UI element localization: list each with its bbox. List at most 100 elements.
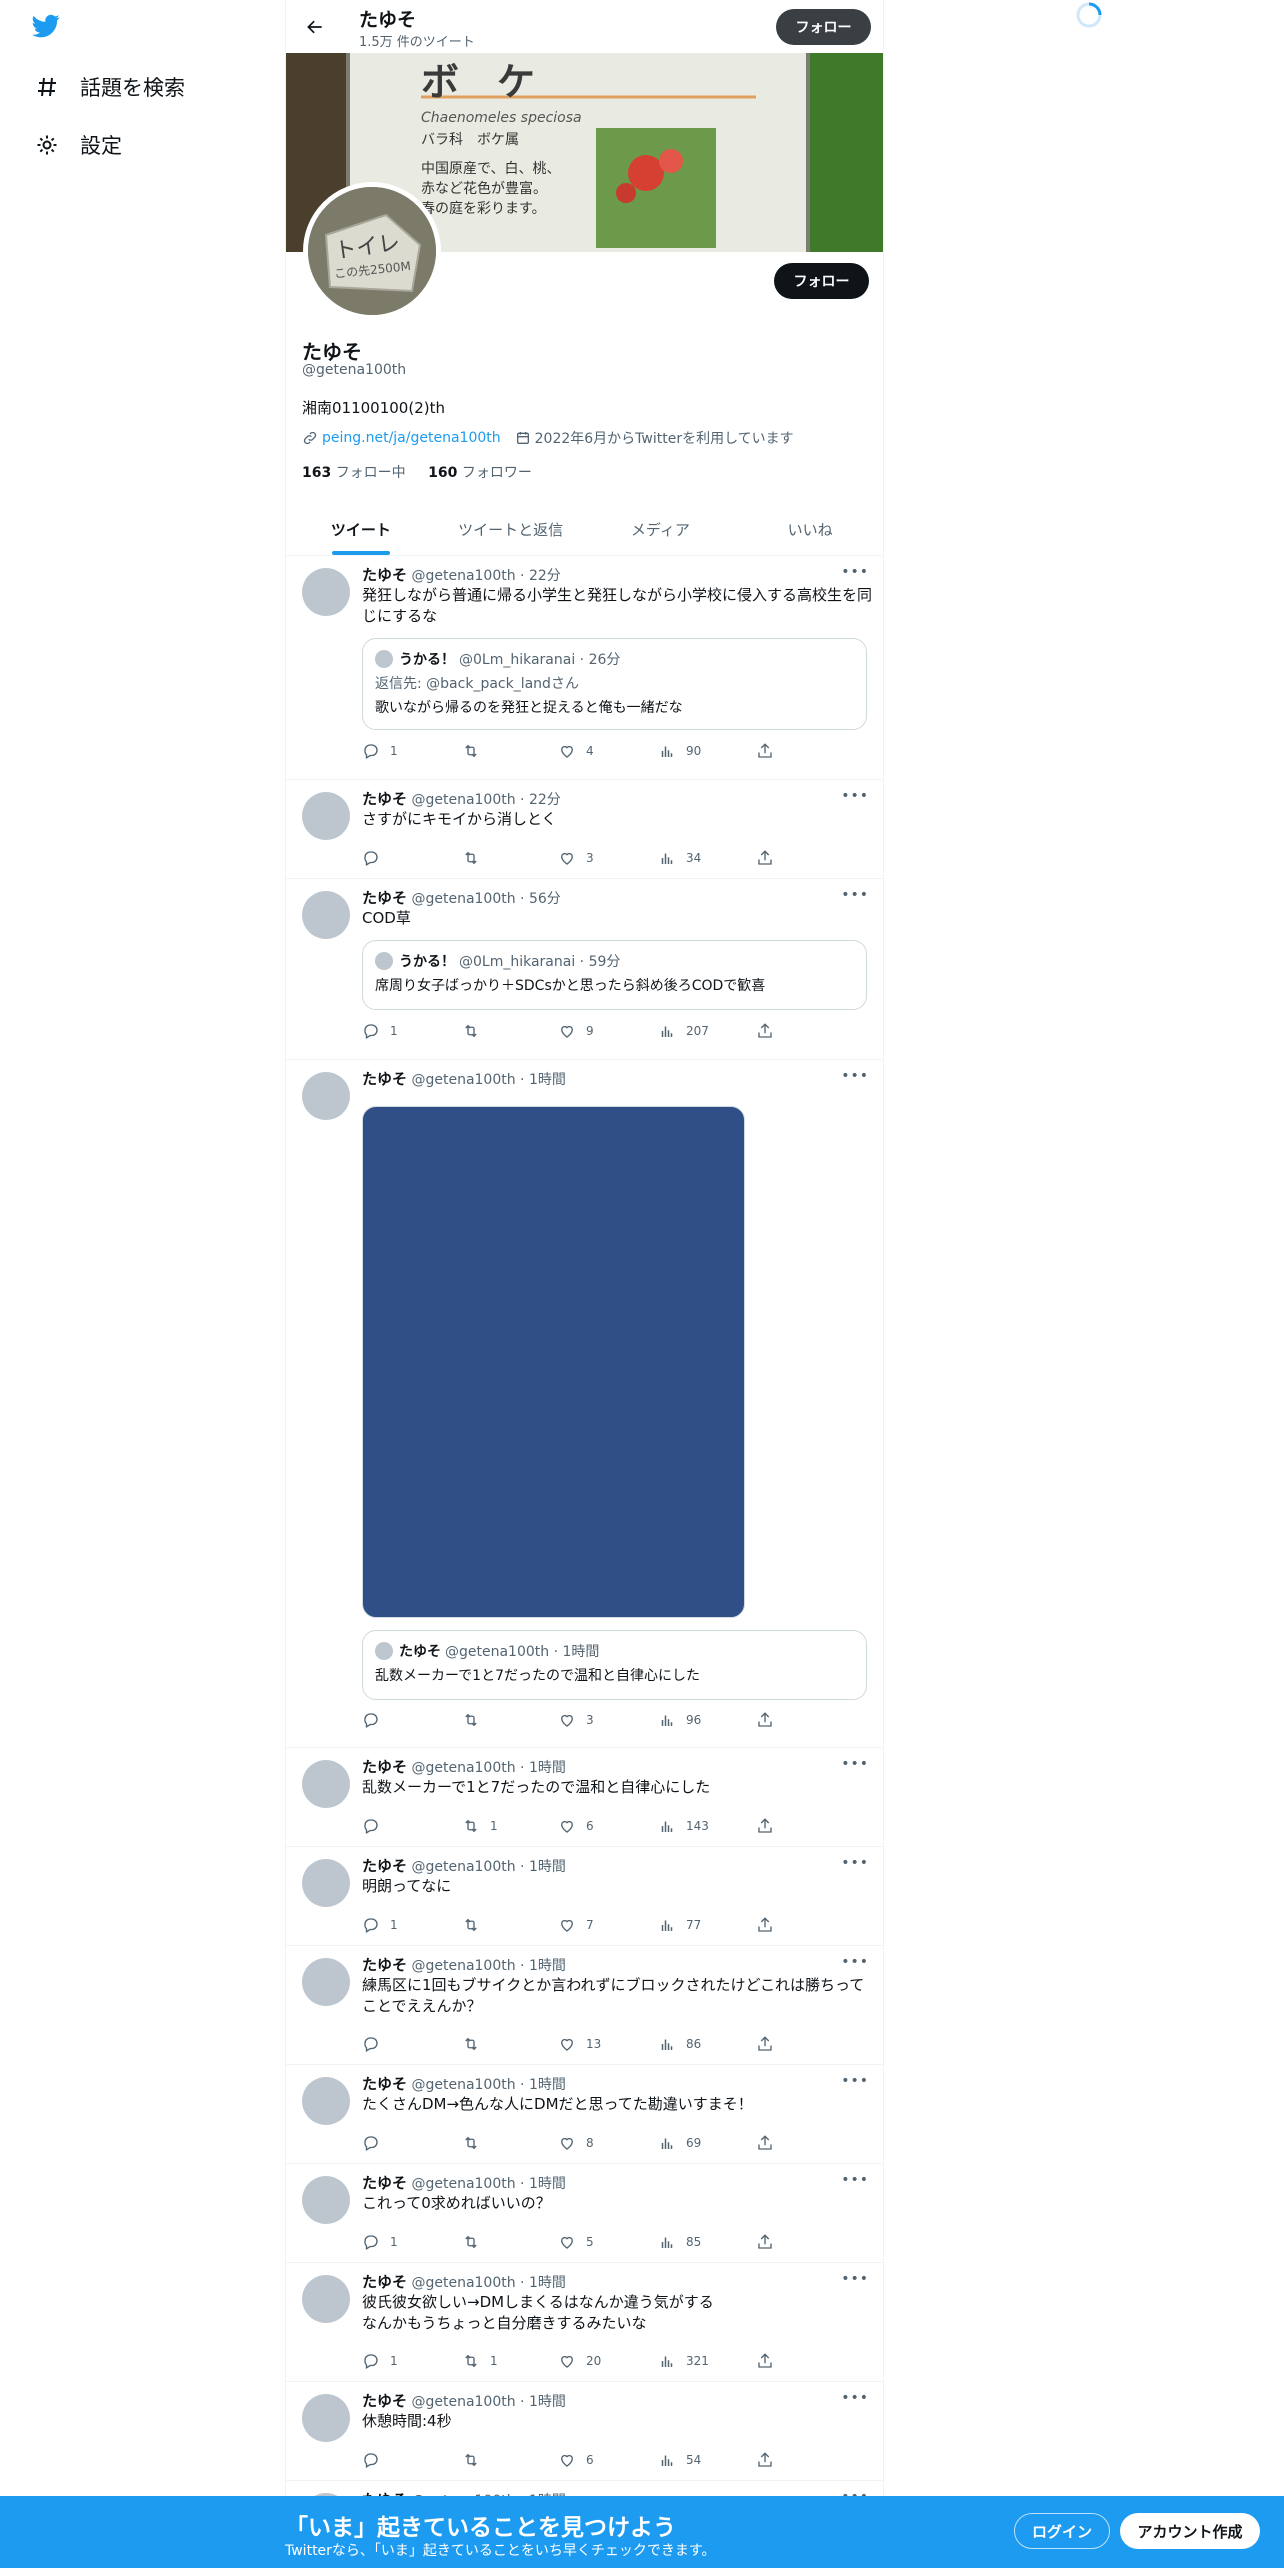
tweet-author-name[interactable]: たゆそ [362,2392,407,2410]
share-button[interactable] [756,1816,784,1836]
reply-button[interactable]: 1 [362,1915,398,1935]
quoted-tweet[interactable]: たゆそ @getena100th · 1時間 乱数メーカーで1と7だったので温和と自… [362,1630,867,1700]
tab-likes[interactable]: いいね [735,503,883,555]
reply-button[interactable]: 1 [362,2232,398,2252]
retweet-button[interactable] [462,2133,490,2153]
more-options-icon[interactable]: ••• [841,887,869,903]
tab-tweets[interactable]: ツイート [286,503,436,555]
retweet-button[interactable]: 1 [462,1816,498,1836]
tweet[interactable]: たゆそ @getena100th · 22分 ••• さすがにキモイから消しとく 3 3… [286,780,883,879]
nav-settings[interactable]: 設定 [32,123,122,167]
more-options-icon[interactable]: ••• [841,1756,869,1772]
reply-button[interactable] [362,1816,390,1836]
views-button[interactable]: 69 [658,2133,701,2153]
tweet-author-name[interactable]: たゆそ [362,1070,407,1088]
following-link[interactable]: 163 フォロー中 [302,465,406,481]
tweet[interactable]: たゆそ @getena100th · 1時間 ••• 明朗ってなに 1 7 77 [286,1847,883,1946]
tweet[interactable]: たゆそ @getena100th · 1時間 ••• 休憩時間:4秒 6 54 [286,2382,883,2481]
share-button[interactable] [756,848,784,868]
tweet-avatar[interactable] [302,1760,350,1808]
tweet[interactable]: たゆそ @getena100th · 56分 ••• COD草 うかる！ @0Lm_hi… [286,879,883,1060]
share-button[interactable] [756,1021,784,1041]
more-options-icon[interactable]: ••• [841,564,869,580]
twitter-bird-icon[interactable] [30,12,66,44]
tweet-author-name[interactable]: たゆそ [362,566,407,584]
nav-explore[interactable]: 話題を検索 [32,65,185,109]
more-options-icon[interactable]: ••• [841,2172,869,2188]
tweet-avatar[interactable] [302,2275,350,2323]
reply-button[interactable] [362,2133,390,2153]
profile-avatar[interactable]: トイレ この先2500M [303,182,441,320]
tweet[interactable]: たゆそ @getena100th · 1時間 ••• 練馬区に1回もブサイクとか言わ… [286,1946,883,2065]
more-options-icon[interactable]: ••• [841,1855,869,1871]
like-button[interactable]: 3 [558,1710,594,1730]
quoted-tweet[interactable]: うかる！ @0Lm_hikaranai · 26分 返信先: @back_pack_… [362,638,867,730]
tab-media[interactable]: メディア [586,503,736,555]
tab-tweets-and-replies[interactable]: ツイートと返信 [436,503,586,555]
like-button[interactable]: 8 [558,2133,594,2153]
signup-button[interactable]: アカウント作成 [1120,2513,1260,2549]
tweet-author-name[interactable]: たゆそ [362,790,407,808]
share-button[interactable] [756,2351,784,2371]
tweet-avatar[interactable] [302,1072,350,1120]
tweet-media-image[interactable] [362,1106,745,1618]
tweet-author-name[interactable]: たゆそ [362,889,407,907]
more-options-icon[interactable]: ••• [841,1068,869,1084]
followers-link[interactable]: 160 フォロワー [428,465,532,481]
quoted-tweet[interactable]: うかる！ @0Lm_hikaranai · 59分 席周り女子ばっかり＋SDCsかと… [362,940,867,1010]
more-options-icon[interactable]: ••• [841,2390,869,2406]
views-button[interactable]: 143 [658,1816,709,1836]
topbar-follow-button[interactable]: フォロー [776,9,871,45]
reply-button[interactable] [362,848,390,868]
like-button[interactable]: 9 [558,1021,594,1041]
reply-button[interactable]: 1 [362,1021,398,1041]
like-button[interactable]: 20 [558,2351,601,2371]
tweet-avatar[interactable] [302,2176,350,2224]
tweet-avatar[interactable] [302,568,350,616]
more-options-icon[interactable]: ••• [841,788,869,804]
views-button[interactable]: 321 [658,2351,709,2371]
tweet-avatar[interactable] [302,1958,350,2006]
tweet[interactable]: たゆそ @getena100th · 22分 ••• 発狂しながら普通に帰る小学生と… [286,556,883,780]
views-button[interactable]: 77 [658,1915,701,1935]
more-options-icon[interactable]: ••• [841,2271,869,2287]
reply-button[interactable]: 1 [362,2351,398,2371]
more-options-icon[interactable]: ••• [841,1954,869,1970]
tweet-author-name[interactable]: たゆそ [362,2273,407,2291]
tweet-author-name[interactable]: たゆそ [362,1956,407,1974]
reply-button[interactable] [362,1710,390,1730]
retweet-button[interactable] [462,1915,490,1935]
like-button[interactable]: 6 [558,2450,594,2470]
reply-button[interactable] [362,2450,390,2470]
like-button[interactable]: 5 [558,2232,594,2252]
like-button[interactable]: 13 [558,2034,601,2054]
tweet[interactable]: たゆそ @getena100th · 1時間 ••• たくさんDM→色んな人にDMだ… [286,2065,883,2164]
profile-link[interactable]: peing.net/ja/getena100th [322,430,501,446]
retweet-button[interactable]: 1 [462,2351,498,2371]
back-arrow-icon[interactable] [300,12,330,42]
retweet-button[interactable] [462,1021,490,1041]
retweet-button[interactable] [462,741,490,761]
retweet-button[interactable] [462,1710,490,1730]
share-button[interactable] [756,2450,784,2470]
tweet[interactable]: たゆそ @getena100th · 1時間 ••• 彼氏彼女欲しい→DMしまくるは… [286,2263,883,2382]
profile-follow-button[interactable]: フォロー [774,263,869,299]
retweet-button[interactable] [462,848,490,868]
views-button[interactable]: 90 [658,741,701,761]
more-options-icon[interactable]: ••• [841,2073,869,2089]
like-button[interactable]: 3 [558,848,594,868]
share-button[interactable] [756,741,784,761]
login-button[interactable]: ログイン [1014,2513,1110,2549]
like-button[interactable]: 6 [558,1816,594,1836]
views-button[interactable]: 96 [658,1710,701,1730]
like-button[interactable]: 7 [558,1915,594,1935]
views-button[interactable]: 86 [658,2034,701,2054]
views-button[interactable]: 54 [658,2450,701,2470]
tweet-author-name[interactable]: たゆそ [362,1758,407,1776]
tweet[interactable]: たゆそ @getena100th · 1時間 ••• たゆそ @getena100th… [286,1060,883,1748]
retweet-button[interactable] [462,2450,490,2470]
views-button[interactable]: 85 [658,2232,701,2252]
share-button[interactable] [756,1710,784,1730]
share-button[interactable] [756,2232,784,2252]
like-button[interactable]: 4 [558,741,594,761]
